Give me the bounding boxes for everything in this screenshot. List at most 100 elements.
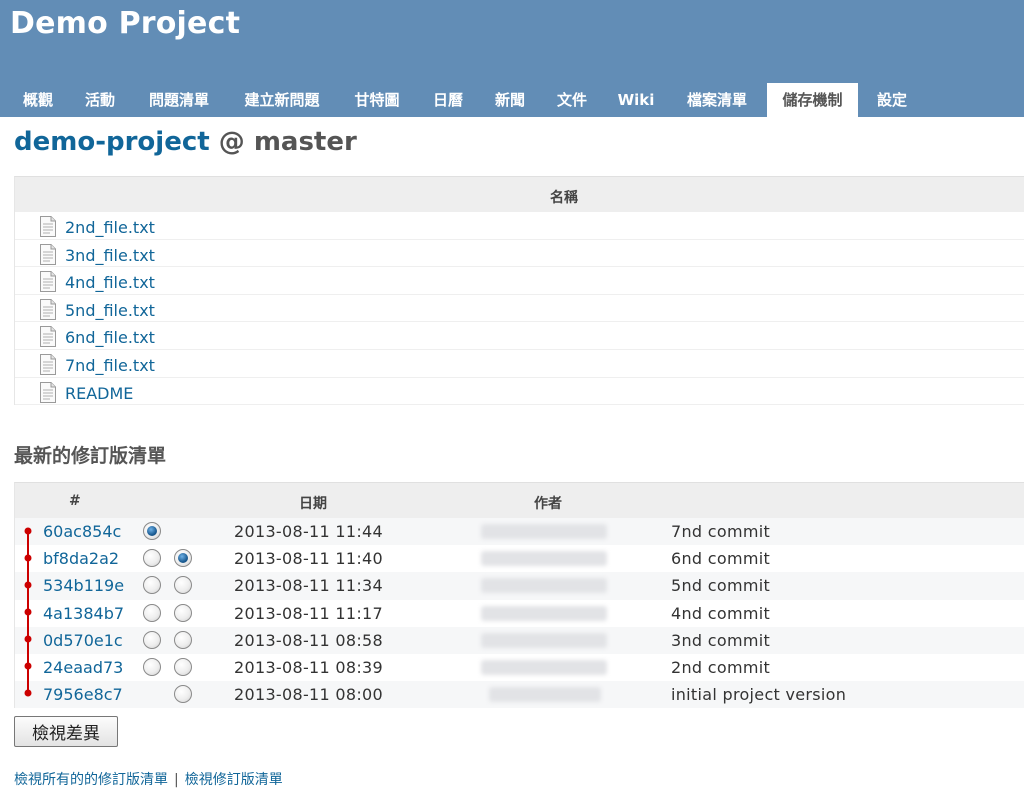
branch-separator: @	[218, 127, 245, 157]
file-row[interactable]: 6nd_file.txt	[15, 322, 1024, 350]
name-column-header[interactable]: 名稱	[550, 187, 578, 207]
file-row[interactable]: README	[15, 378, 1024, 406]
revision-date: 2013-08-11 11:34	[234, 576, 383, 596]
revision-graph-node	[24, 554, 32, 562]
file-row[interactable]: 2nd_file.txt	[15, 212, 1024, 240]
revision-to-radio[interactable]	[174, 576, 192, 595]
revision-to-radio[interactable]	[174, 685, 192, 704]
file-link[interactable]: 3nd_file.txt	[65, 246, 155, 265]
file-row[interactable]: 3nd_file.txt	[15, 240, 1024, 268]
files-table: 名稱 2nd_file.txt 3nd_file.txt 4nd_file.tx…	[14, 176, 1024, 406]
file-row[interactable]: 5nd_file.txt	[15, 295, 1024, 323]
revision-to-radio[interactable]	[174, 549, 192, 568]
revision-link[interactable]: bf8da2a2	[43, 549, 119, 568]
file-link[interactable]: 7nd_file.txt	[65, 356, 155, 375]
file-icon	[40, 353, 56, 375]
revision-comment: 7nd commit	[671, 522, 771, 541]
tab-overview[interactable]: 概觀	[10, 83, 66, 117]
revision-link[interactable]: 7956e8c7	[43, 685, 123, 704]
revision-comment: 3nd commit	[671, 630, 771, 650]
tab-activity[interactable]: 活動	[72, 83, 128, 117]
revision-link[interactable]: 534b119e	[43, 576, 124, 595]
revision-link[interactable]: 4a1384b7	[43, 604, 124, 623]
revision-graph	[24, 527, 32, 697]
revision-to-radio[interactable]	[174, 630, 192, 649]
revisions-table-header: # 日期 作者	[15, 483, 1024, 518]
revision-from-radio[interactable]	[143, 630, 161, 649]
revision-comment: 4nd commit	[671, 603, 771, 623]
files-table-header: 名稱	[15, 177, 1024, 212]
revision-author	[481, 524, 607, 539]
revision-author	[481, 632, 607, 648]
revision-from-radio[interactable]	[143, 522, 161, 540]
tab-settings[interactable]: 設定	[864, 83, 920, 117]
view-diff-button[interactable]: 檢視差異	[14, 716, 118, 747]
tab-news[interactable]: 新聞	[482, 83, 538, 117]
file-icon	[40, 216, 56, 237]
revision-link[interactable]: 0d570e1c	[43, 631, 123, 650]
revisions-heading: 最新的修訂版清單	[14, 445, 167, 467]
number-column-header: #	[69, 493, 81, 509]
footer-separator: |	[174, 772, 179, 788]
file-icon	[40, 243, 56, 265]
revision-comment: 5nd commit	[671, 576, 771, 596]
revision-from-radio[interactable]	[143, 576, 161, 595]
tab-documents[interactable]: 文件	[544, 83, 600, 117]
revision-graph-node	[24, 608, 32, 616]
revision-row: 7956e8c7 2013-08-11 08:00 initial projec…	[15, 681, 1024, 709]
branch-name: master	[253, 127, 357, 157]
revision-date: 2013-08-11 08:00	[234, 685, 383, 705]
file-link[interactable]: README	[65, 384, 133, 403]
revision-row: 4a1384b7 2013-08-11 11:17 4nd commit	[15, 599, 1024, 627]
tab-wiki[interactable]: Wiki	[606, 83, 666, 117]
date-column-header: 日期	[299, 496, 327, 512]
revision-comment: initial project version	[671, 685, 847, 705]
revision-to-radio[interactable]	[174, 657, 192, 676]
file-icon	[40, 271, 56, 293]
revision-from-radio[interactable]	[143, 603, 161, 622]
file-link[interactable]: 6nd_file.txt	[65, 328, 155, 347]
revision-from-radio[interactable]	[143, 657, 161, 676]
revision-author	[481, 551, 607, 567]
file-row[interactable]: 4nd_file.txt	[15, 267, 1024, 295]
file-icon	[40, 381, 56, 403]
file-icon	[40, 326, 56, 348]
revision-row: 24eaad73 2013-08-11 08:39 2nd commit	[15, 653, 1024, 682]
tab-calendar[interactable]: 日曆	[420, 83, 476, 117]
revision-date: 2013-08-11 11:17	[234, 603, 383, 623]
tab-gantt[interactable]: 甘特圖	[340, 83, 414, 117]
file-link[interactable]: 5nd_file.txt	[65, 301, 155, 320]
revision-row: 0d570e1c 2013-08-11 08:58 3nd commit	[15, 626, 1024, 654]
revision-graph-node	[24, 527, 32, 535]
repository-title: demo-project @ master	[14, 127, 357, 157]
revisions-table: # 日期 作者 60ac854c 2013-08-11 11:44 7nd co…	[14, 482, 1024, 709]
view-all-revisions-link[interactable]: 檢視所有的的修訂版清單	[14, 772, 168, 788]
tab-new-issue[interactable]: 建立新問題	[230, 83, 334, 117]
revision-to-radio[interactable]	[174, 603, 192, 622]
file-link[interactable]: 2nd_file.txt	[65, 218, 155, 237]
revision-graph-node	[24, 689, 32, 697]
revision-author	[489, 687, 601, 703]
revision-author	[481, 578, 607, 594]
revision-link[interactable]: 24eaad73	[43, 658, 123, 677]
revision-row: 534b119e 2013-08-11 11:34 5nd commit	[15, 572, 1024, 600]
revision-row: 60ac854c 2013-08-11 11:44 7nd commit	[15, 518, 1024, 546]
tab-issues[interactable]: 問題清單	[134, 83, 224, 117]
revision-comment: 2nd commit	[671, 657, 771, 677]
revision-graph-node	[24, 662, 32, 670]
revision-graph-node	[24, 581, 32, 589]
file-row[interactable]: 7nd_file.txt	[15, 350, 1024, 378]
header-bar: Demo Project 概觀 活動 問題清單 建立新問題 甘特圖 日曆 新聞 …	[0, 0, 1024, 117]
tab-files[interactable]: 檔案清單	[672, 83, 762, 117]
tab-repository[interactable]: 儲存機制	[767, 83, 858, 117]
view-revisions-link[interactable]: 檢視修訂版清單	[185, 772, 283, 788]
revision-from-radio[interactable]	[143, 549, 161, 568]
revision-link[interactable]: 60ac854c	[43, 522, 121, 541]
footer-links: 檢視所有的的修訂版清單 | 檢視修訂版清單	[14, 769, 283, 789]
file-link[interactable]: 4nd_file.txt	[65, 273, 155, 292]
repository-name-link[interactable]: demo-project	[14, 127, 210, 157]
author-column-header: 作者	[534, 496, 562, 512]
revision-graph-node	[24, 635, 32, 643]
project-title[interactable]: Demo Project	[10, 6, 240, 41]
revision-row: bf8da2a2 2013-08-11 11:40 6nd commit	[15, 545, 1024, 573]
